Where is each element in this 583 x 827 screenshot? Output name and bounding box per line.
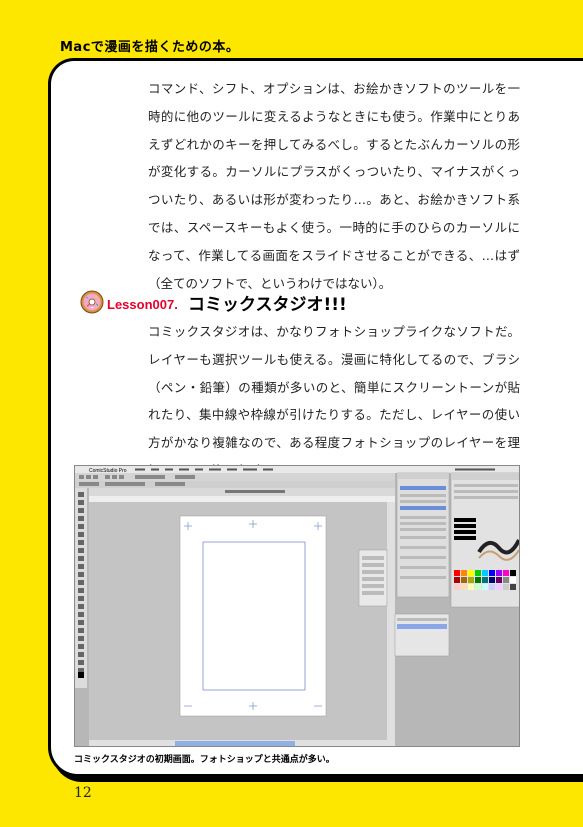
figure-caption: コミックスタジオの初期画面。フォトショップと共通点が多い。	[74, 755, 335, 765]
book-title: Macで漫画を描くための本。	[60, 40, 240, 55]
paragraph-2: コミックスタジオは、かなりフォトショップライクなソフトだ。レイヤーも選択ツールも…	[148, 324, 520, 478]
donut-icon	[80, 290, 104, 314]
lesson-title: コミックスタジオ!!!	[188, 295, 347, 315]
screenshot-illustration: ComicStudio Pro	[75, 466, 519, 746]
page-number: 12	[74, 785, 92, 801]
comicstudio-screenshot: ComicStudio Pro	[74, 465, 520, 747]
lesson-number: Lesson007.	[107, 297, 178, 312]
paragraph-1: コマンド、シフト、オプションは、お絵かきソフトのツールを一時的に他のツールに変え…	[148, 81, 520, 291]
